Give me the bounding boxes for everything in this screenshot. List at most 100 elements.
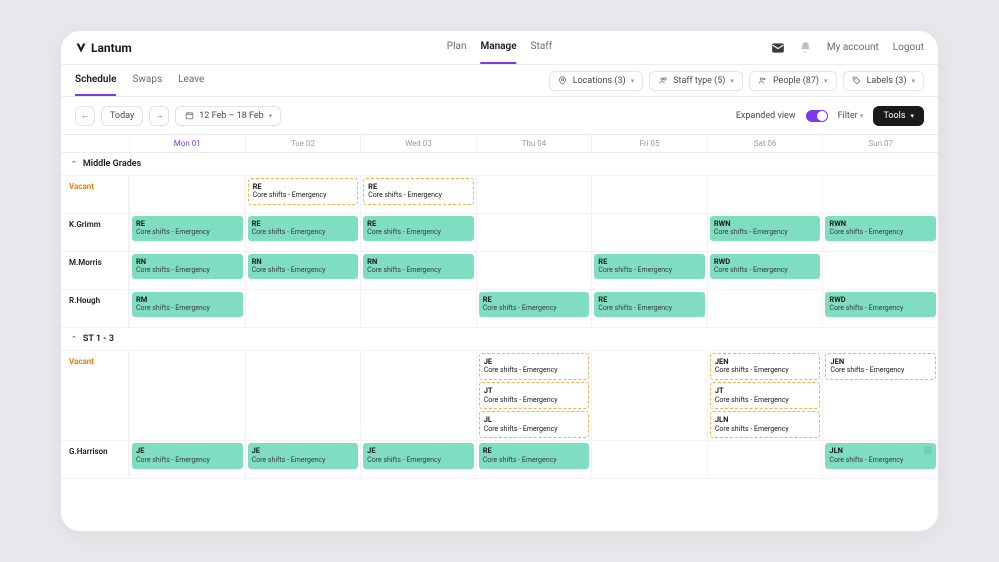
date-range-picker[interactable]: 12 Feb – 18 Feb ▾ [175, 106, 281, 126]
shift-filled[interactable]: RWDCore shifts - Emergency [710, 254, 821, 279]
shift-filled[interactable]: JECore shifts - Emergency [248, 443, 359, 468]
brand-name: Lantum [91, 41, 132, 55]
nav-plan[interactable]: Plan [447, 31, 467, 64]
day-header: Sat 06 [707, 135, 823, 152]
day-header: Fri 05 [591, 135, 707, 152]
filter-locations[interactable]: Locations (3) ▾ [549, 71, 644, 91]
day-header: Mon 01 [129, 135, 245, 152]
day-cell [476, 176, 592, 213]
day-cell: JECore shifts - Emergency [129, 441, 245, 478]
shift-filled[interactable]: JECore shifts - Emergency [132, 443, 243, 468]
logout-link[interactable]: Logout [893, 42, 924, 53]
prev-week-button[interactable]: ← [75, 106, 95, 126]
day-cell: RNCore shifts - Emergency [360, 252, 476, 289]
nav-staff[interactable]: Staff [531, 31, 553, 64]
day-header-row: Mon 01 Tue 02 Wed 03 Thu 04 Fri 05 Sat 0… [61, 135, 938, 153]
shift-vacant[interactable]: JTCore shifts - Emergency [710, 382, 821, 409]
shift-filled[interactable]: RECore shifts - Emergency [248, 216, 359, 241]
shift-filled[interactable]: JECore shifts - Emergency [363, 443, 474, 468]
day-header: Thu 04 [476, 135, 592, 152]
shift-vacant[interactable]: JLCore shifts - Emergency [479, 411, 590, 438]
shift-vacant[interactable]: JTCore shifts - Emergency [479, 382, 590, 409]
today-button[interactable]: Today [101, 106, 143, 126]
shift-vacant[interactable]: JLNCore shifts - Emergency [710, 411, 821, 438]
day-cell: JLNCore shifts - Emergency [822, 441, 938, 478]
group-title: Middle Grades [83, 159, 141, 169]
chevron-down-icon: ▾ [269, 112, 273, 120]
day-cell [476, 214, 592, 251]
bell-icon[interactable] [799, 41, 813, 55]
tab-swaps[interactable]: Swaps [132, 65, 162, 96]
tools-button[interactable]: Tools ▾ [873, 106, 924, 126]
my-account-link[interactable]: My account [827, 42, 879, 53]
group-header[interactable]: ⌃ST 1 - 3 [61, 328, 938, 351]
row-label-person: K.Grimm [61, 214, 129, 251]
shift-filled[interactable]: RECore shifts - Emergency [363, 216, 474, 241]
people-icon [758, 76, 768, 86]
row-label-person: G.Harrison [61, 441, 129, 478]
filter-people[interactable]: People (87) ▾ [749, 71, 837, 91]
chevron-down-icon: ▾ [631, 77, 635, 85]
shift-filled[interactable]: RNCore shifts - Emergency [132, 254, 243, 279]
day-cell: RECore shifts - Emergency [360, 176, 476, 213]
next-week-button[interactable]: → [149, 106, 169, 126]
shift-filled[interactable]: RECore shifts - Emergency [594, 292, 705, 317]
chevron-down-icon: ▾ [911, 77, 915, 85]
day-cell [245, 290, 361, 327]
calendar-icon [184, 111, 194, 121]
day-cell [591, 351, 707, 440]
filter-labels[interactable]: Labels (3) ▾ [843, 71, 924, 91]
chevron-down-icon: ▾ [910, 112, 914, 120]
filter-stafftype[interactable]: Staff type (5) ▾ [649, 71, 743, 91]
shift-vacant[interactable]: JENCore shifts - Emergency [825, 353, 936, 380]
tab-leave[interactable]: Leave [178, 65, 204, 96]
shift-filled[interactable]: RWNCore shifts - Emergency [710, 216, 821, 241]
shift-filled[interactable]: RWDCore shifts - Emergency [825, 292, 936, 317]
shift-vacant[interactable]: RECore shifts - Emergency [363, 178, 474, 205]
day-cell: RWDCore shifts - Emergency [707, 252, 823, 289]
day-cell [591, 176, 707, 213]
toolbar: ← Today → 12 Feb – 18 Feb ▾ Expanded vie… [61, 97, 938, 135]
day-cell: RECore shifts - Emergency [245, 214, 361, 251]
filter-label: Filter [838, 111, 858, 121]
chevron-up-icon: ⌃ [71, 335, 77, 343]
tag-icon [852, 76, 862, 86]
expanded-view-label: Expanded view [736, 111, 796, 121]
shift-filled[interactable]: RNCore shifts - Emergency [363, 254, 474, 279]
shift-filled[interactable]: RNCore shifts - Emergency [248, 254, 359, 279]
shift-filled[interactable]: RMCore shifts - Emergency [132, 292, 243, 317]
day-cell [245, 351, 361, 440]
top-bar: Lantum Plan Manage Staff My account Logo… [61, 31, 938, 65]
shift-filled[interactable]: RECore shifts - Emergency [479, 292, 590, 317]
day-cell [360, 351, 476, 440]
shift-filled[interactable]: RWNCore shifts - Emergency [825, 216, 936, 241]
day-cell: RECore shifts - Emergency [129, 214, 245, 251]
shift-filled[interactable]: JLNCore shifts - Emergency [825, 443, 936, 468]
tab-schedule[interactable]: Schedule [75, 65, 116, 96]
day-cell: RWNCore shifts - Emergency [822, 214, 938, 251]
day-cell: JECore shifts - Emergency [245, 441, 361, 478]
day-cell: JECore shifts - Emergency [360, 441, 476, 478]
day-cell [129, 351, 245, 440]
day-cell [360, 290, 476, 327]
shift-vacant[interactable]: JECore shifts - Emergency [479, 353, 590, 380]
row-label-person: M.Morris [61, 252, 129, 289]
mail-icon[interactable] [771, 41, 785, 55]
chevron-down-icon: ▾ [860, 112, 864, 120]
schedule-row: M.MorrisRNCore shifts - EmergencyRNCore … [61, 252, 938, 290]
expanded-view-toggle[interactable] [806, 110, 828, 122]
shift-filled[interactable]: RECore shifts - Emergency [479, 443, 590, 468]
shift-filled[interactable]: RECore shifts - Emergency [594, 254, 705, 279]
nav-manage[interactable]: Manage [480, 31, 516, 64]
tools-label: Tools [883, 111, 905, 121]
day-cell [707, 176, 823, 213]
shift-vacant[interactable]: RECore shifts - Emergency [248, 178, 359, 205]
day-header: Wed 03 [360, 135, 476, 152]
schedule-row: G.HarrisonJECore shifts - EmergencyJECor… [61, 441, 938, 479]
filter-button[interactable]: Filter ▾ [838, 111, 864, 121]
shift-vacant[interactable]: JENCore shifts - Emergency [710, 353, 821, 380]
shift-filled[interactable]: RECore shifts - Emergency [132, 216, 243, 241]
group-header[interactable]: ⌃Middle Grades [61, 153, 938, 176]
day-cell: RECore shifts - Emergency [245, 176, 361, 213]
chevron-down-icon: ▾ [824, 77, 828, 85]
